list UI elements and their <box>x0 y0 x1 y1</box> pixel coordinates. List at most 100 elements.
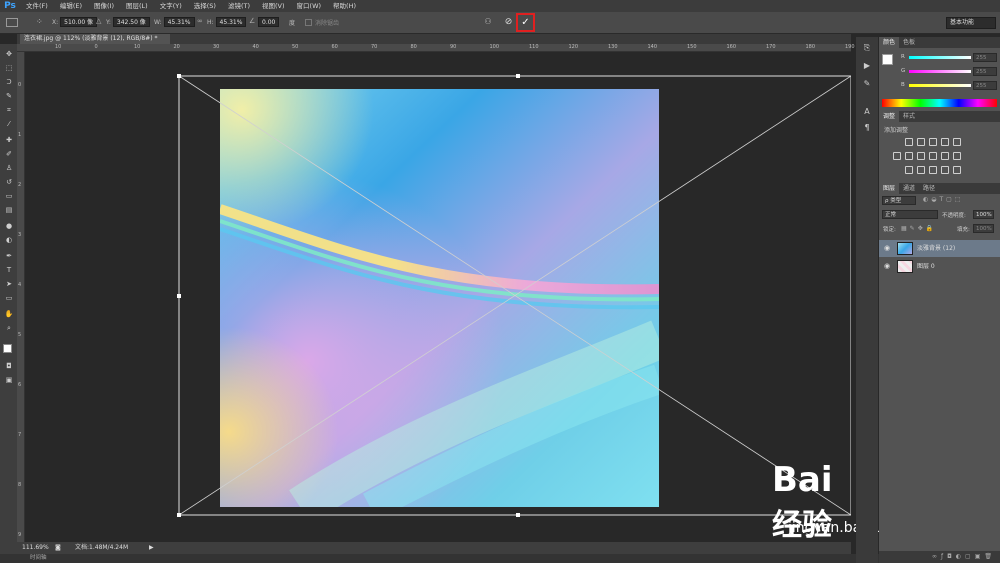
reference-point-icon[interactable]: ⁘ <box>36 17 46 27</box>
tab-adjustments[interactable]: 调整 <box>879 111 900 122</box>
pen-tool-icon[interactable]: ✒ <box>4 252 14 261</box>
menu-type[interactable]: 文字(Y) <box>154 0 188 12</box>
fg-color-preview[interactable] <box>882 54 893 65</box>
move-tool-icon[interactable]: ✥ <box>4 50 14 59</box>
exposure-icon[interactable] <box>941 138 949 146</box>
b-slider[interactable] <box>909 84 971 87</box>
brush-tool-icon[interactable]: ✐ <box>4 150 14 159</box>
timeline-label[interactable]: 时间轴 <box>30 555 47 561</box>
screen-mode-icon[interactable]: ▣ <box>4 376 14 385</box>
gradient-map-icon[interactable] <box>953 166 961 174</box>
layer-name[interactable]: 淡雅背景 (12) <box>917 240 955 257</box>
color-balance-icon[interactable] <box>905 152 913 160</box>
menu-filter[interactable]: 滤镜(T) <box>222 0 256 12</box>
healing-tool-icon[interactable]: ✚ <box>4 136 14 145</box>
layer-name[interactable]: 图层 0 <box>917 258 935 275</box>
eraser-tool-icon[interactable]: ▭ <box>4 192 14 201</box>
transform-bounding-box[interactable] <box>26 52 851 542</box>
vibrance-icon[interactable] <box>953 138 961 146</box>
actions-panel-icon[interactable]: ▶ <box>862 61 872 71</box>
history-panel-icon[interactable]: ⎘ <box>862 43 872 53</box>
shape-tool-icon[interactable]: ▭ <box>4 294 14 303</box>
paragraph-panel-icon[interactable]: ¶ <box>862 123 872 133</box>
menu-window[interactable]: 窗口(W) <box>291 0 328 12</box>
history-brush-tool-icon[interactable]: ↺ <box>4 178 14 187</box>
stamp-tool-icon[interactable]: ♙ <box>4 164 14 173</box>
threshold-icon[interactable] <box>929 166 937 174</box>
eyedropper-tool-icon[interactable]: ⁄ <box>4 120 14 129</box>
blend-mode-select[interactable]: 正常 <box>882 210 938 219</box>
fill-field[interactable]: 100% <box>973 224 994 233</box>
status-menu-arrow-icon[interactable]: ▶ <box>149 542 154 554</box>
invert-icon[interactable] <box>905 166 913 174</box>
link-icon[interactable]: ∞ <box>197 17 203 25</box>
photo-filter-icon[interactable] <box>929 152 937 160</box>
zoom-level[interactable]: 111.69% <box>22 542 49 554</box>
tab-paths[interactable]: 路径 <box>919 183 939 194</box>
type-tool-icon[interactable]: T <box>4 266 14 275</box>
foreground-color-swatch[interactable] <box>3 344 12 353</box>
menu-select[interactable]: 选择(S) <box>188 0 222 12</box>
workspace-select[interactable]: 基本功能 <box>946 17 996 29</box>
crop-tool-icon[interactable]: ⌗ <box>4 106 14 115</box>
menu-layer[interactable]: 图层(L) <box>120 0 154 12</box>
tab-layers[interactable]: 图层 <box>879 183 900 194</box>
document-tab[interactable]: 连衣裙.jpg @ 112% (淡雅背景 (12), RGB/8#) * <box>20 34 170 44</box>
g-value[interactable]: 255 <box>973 67 997 76</box>
lasso-tool-icon[interactable]: ᑐ <box>4 78 14 87</box>
transform-tool-icon[interactable] <box>6 18 18 27</box>
y-field[interactable]: Y: 342.50 像 <box>106 17 150 28</box>
hand-tool-icon[interactable]: ✋ <box>4 310 14 319</box>
tab-color[interactable]: 颜色 <box>879 37 900 48</box>
menu-edit[interactable]: 编辑(E) <box>54 0 88 12</box>
zoom-tool-icon[interactable]: ⌕ <box>4 324 14 333</box>
brightness-icon[interactable] <box>905 138 913 146</box>
menu-view[interactable]: 视图(V) <box>256 0 291 12</box>
posterize-icon[interactable] <box>917 166 925 174</box>
black-white-icon[interactable] <box>917 152 925 160</box>
filter-icons[interactable]: ◐◒T▢⬚ <box>923 196 963 203</box>
hue-saturation-icon[interactable] <box>893 152 901 160</box>
layers-footer-icons[interactable]: ∞ƒ◘◐▢▣🗑 <box>879 551 1000 563</box>
r-slider[interactable] <box>909 56 971 59</box>
lock-icons[interactable]: ▦✎✥🔒 <box>901 225 936 232</box>
quick-mask-icon[interactable]: ◘ <box>4 362 14 371</box>
height-field[interactable]: H: 45.31% <box>207 17 247 28</box>
character-panel-icon[interactable]: A <box>862 107 872 117</box>
cancel-icon[interactable]: ⊘ <box>503 17 514 28</box>
g-slider[interactable] <box>909 70 971 73</box>
color-spectrum[interactable] <box>882 99 997 107</box>
brush-panel-icon[interactable]: ✎ <box>862 79 872 89</box>
selective-color-icon[interactable] <box>941 166 949 174</box>
menu-file[interactable]: 文件(F) <box>20 0 54 12</box>
gradient-tool-icon[interactable]: ▤ <box>4 206 14 215</box>
tab-channels[interactable]: 通道 <box>899 183 919 194</box>
layer-kind-filter[interactable]: ρ 类型 <box>882 196 916 205</box>
layer-row[interactable]: ◉ 淡雅背景 (12) <box>879 240 1000 257</box>
antialias-checkbox[interactable] <box>305 19 312 26</box>
marquee-tool-icon[interactable]: ⬚ <box>4 64 14 73</box>
dodge-tool-icon[interactable]: ◐ <box>4 236 14 245</box>
blur-tool-icon[interactable]: ● <box>4 222 14 231</box>
visibility-eye-icon[interactable]: ◉ <box>882 258 892 275</box>
r-value[interactable]: 255 <box>973 53 997 62</box>
quick-select-tool-icon[interactable]: ✎ <box>4 92 14 101</box>
angle-field[interactable]: 0.00 <box>258 17 280 28</box>
tab-styles[interactable]: 样式 <box>899 111 919 122</box>
menu-help[interactable]: 帮助(H) <box>327 0 362 12</box>
x-field[interactable]: X: 510.00 像 <box>52 17 98 28</box>
width-field[interactable]: W: 45.31% <box>154 17 195 28</box>
curves-icon[interactable] <box>929 138 937 146</box>
color-lookup-icon[interactable] <box>953 152 961 160</box>
layer-row[interactable]: ◉ 图层 0 <box>879 258 1000 275</box>
b-value[interactable]: 255 <box>973 81 997 90</box>
menu-image[interactable]: 图像(I) <box>88 0 120 12</box>
visibility-eye-icon[interactable]: ◉ <box>882 240 892 257</box>
tab-swatches[interactable]: 色板 <box>899 37 919 48</box>
warp-icon[interactable]: ⚇ <box>482 17 494 29</box>
channel-mixer-icon[interactable] <box>941 152 949 160</box>
levels-icon[interactable] <box>917 138 925 146</box>
opacity-field[interactable]: 100% <box>973 210 994 219</box>
canvas-area[interactable]: Bai经验 jingyan.baidu.com <box>26 52 917 543</box>
path-select-tool-icon[interactable]: ➤ <box>4 280 14 289</box>
